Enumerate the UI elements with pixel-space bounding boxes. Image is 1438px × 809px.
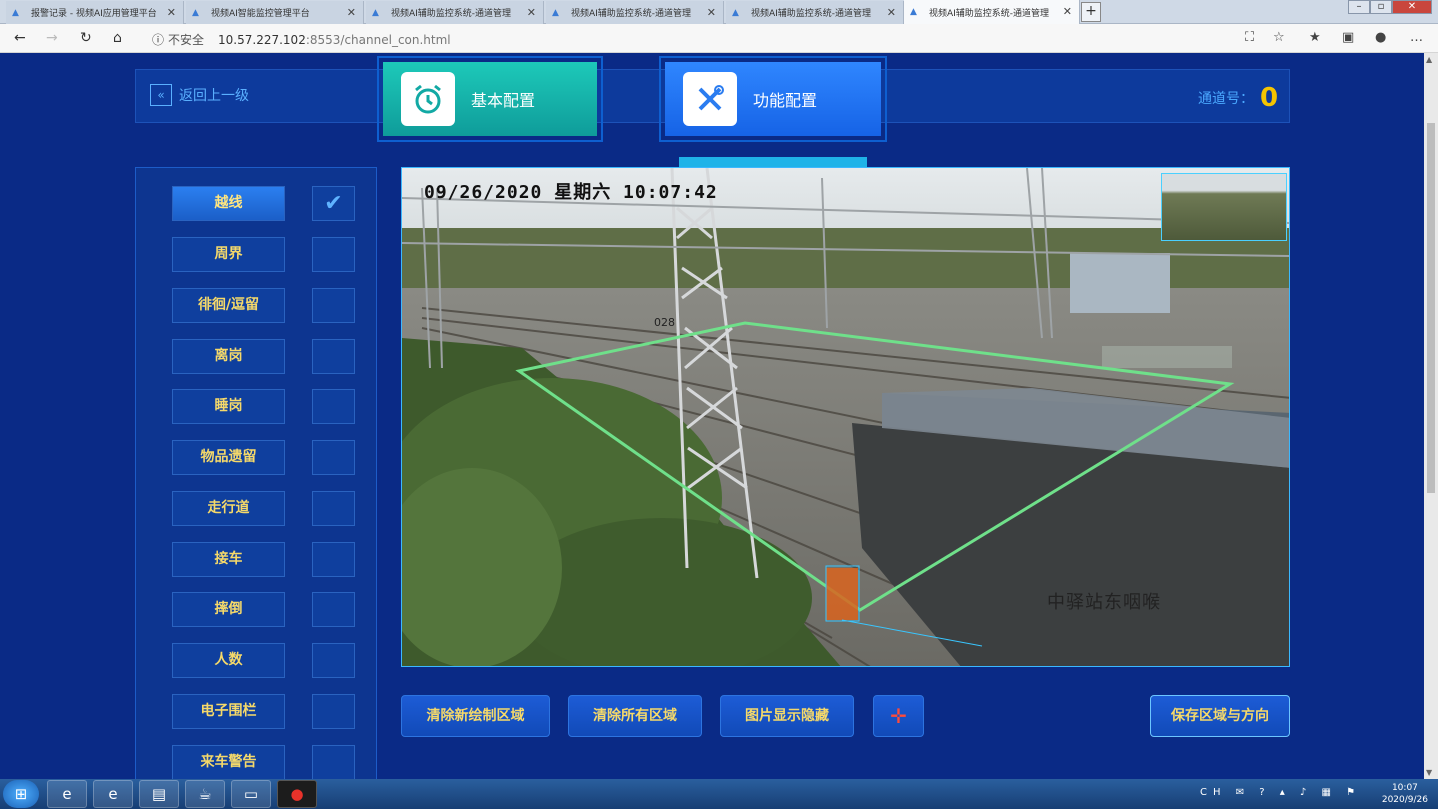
- function-item-train-warning[interactable]: 来车警告: [172, 745, 356, 779]
- favorites-list-icon[interactable]: ★: [1309, 30, 1321, 45]
- url-field[interactable]: ⓘ 不安全 10.57.227.102:8553/channel_con.html: [152, 31, 451, 48]
- function-checkbox[interactable]: [312, 288, 355, 323]
- tab-favicon-icon: ▲: [192, 7, 199, 18]
- function-item-cross-line[interactable]: 越线 ✔: [172, 186, 356, 221]
- window-controls: – ▫ ✕: [1348, 0, 1432, 14]
- function-item-sleeping[interactable]: 睡岗: [172, 389, 356, 424]
- browser-tab-active[interactable]: ▲ 视频AI辅助监控系统-通道管理 ✕: [904, 0, 1080, 24]
- tab-close-icon[interactable]: ✕: [707, 6, 716, 19]
- more-menu-icon[interactable]: …: [1410, 30, 1423, 45]
- tab-close-icon[interactable]: ✕: [167, 6, 176, 19]
- function-checkbox[interactable]: [312, 389, 355, 424]
- function-checkbox[interactable]: [312, 542, 355, 577]
- url-path: :8553/channel_con.html: [305, 33, 451, 47]
- pole-number: 028: [654, 316, 675, 329]
- back-arrow-icon[interactable]: ←: [14, 30, 26, 46]
- function-item-fall[interactable]: 摔倒: [172, 592, 356, 627]
- new-tab-button[interactable]: +: [1081, 2, 1101, 22]
- function-checkbox[interactable]: [312, 339, 355, 374]
- browser-tab[interactable]: ▲ 视频AI辅助监控系统-通道管理 ✕: [366, 1, 544, 24]
- tab-close-icon[interactable]: ✕: [1063, 5, 1072, 18]
- back-button[interactable]: « 返回上一级: [150, 84, 249, 106]
- browser-tab[interactable]: ▲ 视频AI辅助监控系统-通道管理 ✕: [546, 1, 724, 24]
- channel-value: 0: [1260, 83, 1279, 113]
- record-app-icon[interactable]: ●: [277, 780, 317, 808]
- profile-icon[interactable]: ●: [1375, 30, 1386, 45]
- checkmark-icon[interactable]: ✔: [312, 186, 355, 221]
- security-label: 不安全: [168, 33, 205, 47]
- start-button[interactable]: ⊞: [3, 780, 39, 808]
- function-checkbox[interactable]: [312, 643, 355, 678]
- function-item-people-count[interactable]: 人数: [172, 643, 356, 678]
- osd-timestamp: 09/26/2020 星期六 10:07:42: [424, 182, 718, 203]
- function-checkbox[interactable]: [312, 237, 355, 272]
- file-explorer-icon[interactable]: ▤: [139, 780, 179, 808]
- url-host: 10.57.227.102: [218, 33, 306, 47]
- save-region-direction-button[interactable]: 保存区域与方向: [1150, 695, 1290, 737]
- function-checkbox[interactable]: [312, 592, 355, 627]
- edge-browser-icon[interactable]: e: [47, 780, 87, 808]
- browser-tabstrip: ▲ 报警记录 - 视频AI应用管理平台 ✕ ▲ 视频AI智能监控管理平台 ✕ ▲ 视频AI…: [0, 0, 1438, 24]
- page-content: « 返回上一级 基本配置 功能配置 通道号： 0 越线 ✔ 周界 徘徊/逗留 离岗 …: [0, 53, 1438, 779]
- maximize-icon[interactable]: ▫: [1370, 0, 1392, 14]
- function-item-perimeter[interactable]: 周界: [172, 237, 356, 272]
- tab-favicon-icon: ▲: [732, 7, 739, 18]
- tab-favicon-icon: ▲: [552, 7, 559, 18]
- function-item-walkway[interactable]: 走行道: [172, 491, 356, 526]
- clear-new-region-button[interactable]: 清除新绘制区域: [401, 695, 550, 737]
- tab-close-icon[interactable]: ✕: [887, 6, 896, 19]
- channel-number: 通道号： 0: [1198, 83, 1279, 113]
- toggle-image-button[interactable]: 图片显示隐藏: [720, 695, 854, 737]
- forward-arrow-icon[interactable]: →: [46, 30, 58, 46]
- station-overlay-text: 中驿站东咽喉: [1047, 592, 1161, 613]
- video-preview-canvas[interactable]: 028 09/26/2020 星期六 10:07:42 中驿站东咽喉: [401, 167, 1290, 667]
- tab-favicon-icon: ▲: [12, 7, 19, 18]
- tab-basic-config[interactable]: 基本配置: [377, 56, 603, 142]
- function-item-off-post[interactable]: 离岗: [172, 339, 356, 374]
- page-scrollbar[interactable]: ▲ ▼: [1424, 53, 1438, 779]
- function-checkbox[interactable]: [312, 440, 355, 475]
- window-app-icon[interactable]: ▭: [231, 780, 271, 808]
- function-item-loitering[interactable]: 徘徊/逗留: [172, 288, 356, 323]
- browser-tab[interactable]: ▲ 视频AI辅助监控系统-通道管理 ✕: [726, 1, 904, 24]
- close-window-icon[interactable]: ✕: [1392, 0, 1432, 14]
- java-app-icon[interactable]: ☕: [185, 780, 225, 808]
- refresh-icon[interactable]: ↻: [80, 30, 92, 46]
- alarm-clock-icon: [401, 72, 455, 126]
- favorite-star-icon[interactable]: ☆: [1273, 30, 1285, 45]
- function-list-panel: 越线 ✔ 周界 徘徊/逗留 离岗 睡岗 物品遗留 走行道 接车 摔倒 人数 电子围…: [135, 167, 377, 779]
- tab-function-config[interactable]: 功能配置: [659, 56, 887, 142]
- system-tray[interactable]: CH ✉ ? ▴ ♪ ▦ ⚑: [1200, 787, 1361, 798]
- address-bar: ← → ↻ ⌂ ⓘ 不安全 10.57.227.102:8553/channel_c…: [0, 24, 1438, 53]
- clock[interactable]: 10:07 2020/9/26: [1382, 782, 1428, 806]
- function-checkbox[interactable]: [312, 694, 355, 729]
- home-icon[interactable]: ⌂: [113, 30, 122, 46]
- tools-icon: [683, 72, 737, 126]
- tab-favicon-icon: ▲: [910, 7, 917, 17]
- double-chevron-left-icon: «: [150, 84, 172, 106]
- shrink-arrows-icon[interactable]: ✛: [873, 695, 924, 737]
- function-item-e-fence[interactable]: 电子围栏: [172, 694, 356, 729]
- browser-tab[interactable]: ▲ 报警记录 - 视频AI应用管理平台 ✕: [6, 1, 184, 24]
- function-checkbox[interactable]: [312, 491, 355, 526]
- tab-favicon-icon: ▲: [372, 7, 379, 18]
- tab-close-icon[interactable]: ✕: [527, 6, 536, 19]
- function-checkbox[interactable]: [312, 745, 355, 779]
- info-icon[interactable]: ⓘ: [152, 33, 164, 47]
- browser-tab[interactable]: ▲ 视频AI智能监控管理平台 ✕: [186, 1, 364, 24]
- clear-all-regions-button[interactable]: 清除所有区域: [568, 695, 702, 737]
- mini-preview-thumbnail[interactable]: [1161, 173, 1287, 241]
- ie-browser-icon[interactable]: e: [93, 780, 133, 808]
- collections-icon[interactable]: ▣: [1342, 30, 1354, 45]
- translate-icon[interactable]: ⛶: [1245, 30, 1254, 45]
- function-item-left-object[interactable]: 物品遗留: [172, 440, 356, 475]
- scroll-up-icon[interactable]: ▲: [1426, 55, 1432, 64]
- scrollbar-thumb[interactable]: [1427, 123, 1435, 493]
- minimize-icon[interactable]: –: [1348, 0, 1370, 14]
- tab-close-icon[interactable]: ✕: [347, 6, 356, 19]
- scroll-down-icon[interactable]: ▼: [1426, 768, 1432, 777]
- os-taskbar: ⊞ e e ▤ ☕ ▭ ● CH ✉ ? ▴ ♪ ▦ ⚑ 10:07 2020/…: [0, 779, 1438, 809]
- function-item-train-receive[interactable]: 接车: [172, 542, 356, 577]
